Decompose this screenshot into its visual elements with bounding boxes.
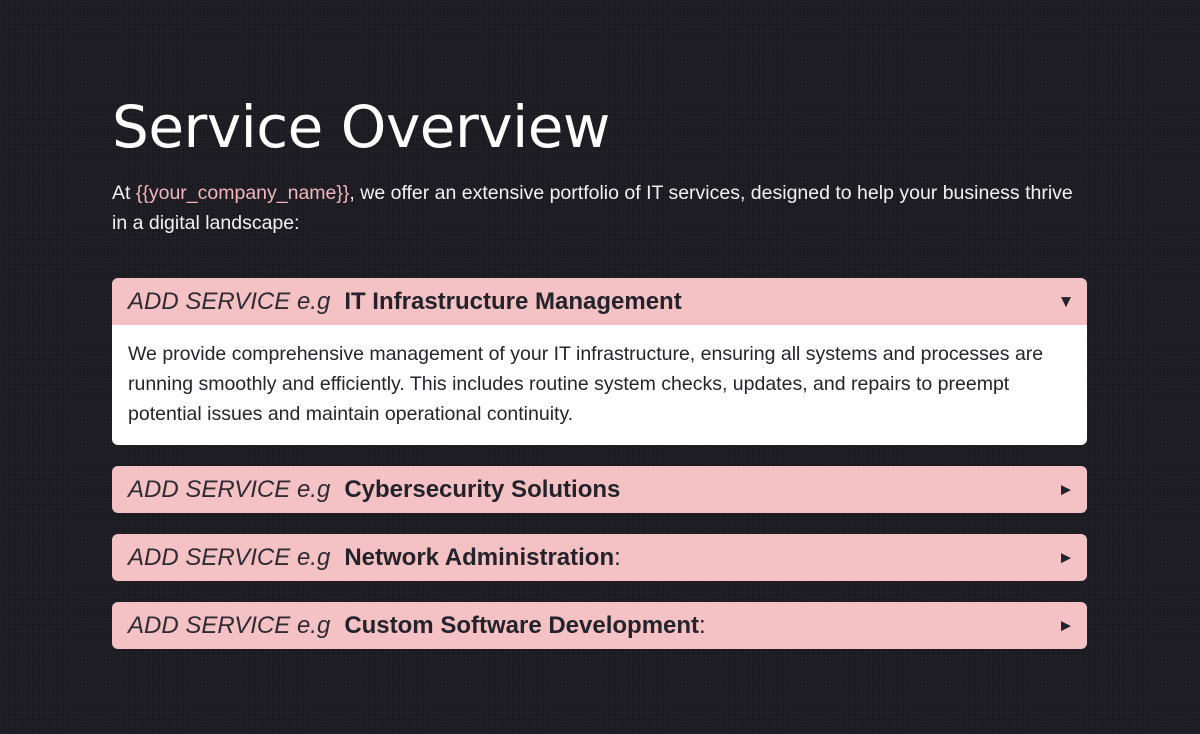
service-name: Custom Software Development	[344, 611, 700, 639]
accordion-header-custom-software[interactable]: ADD SERVICE e.g Custom Software Developme…	[112, 602, 1087, 649]
service-name: IT Infrastructure Management	[344, 287, 682, 315]
service-name: Cybersecurity Solutions	[344, 475, 621, 503]
service-name-suffix: :	[699, 611, 706, 639]
service-name-suffix: :	[614, 543, 621, 571]
services-accordion: ADD SERVICE e.g IT Infrastructure Managem…	[112, 278, 1087, 649]
accordion-item-network-administration: ADD SERVICE e.g Network Administration: ▶	[112, 534, 1087, 581]
company-name-placeholder: {{your_company_name}}	[135, 182, 350, 204]
add-service-label: ADD SERVICE e.g	[128, 475, 331, 503]
service-name: Network Administration	[344, 543, 615, 571]
accordion-item-custom-software: ADD SERVICE e.g Custom Software Developme…	[112, 602, 1087, 649]
intro-prefix: At	[112, 182, 136, 204]
caret-right-icon[interactable]: ▶	[1061, 482, 1071, 497]
accordion-item-it-infrastructure: ADD SERVICE e.g IT Infrastructure Managem…	[112, 278, 1087, 445]
accordion-item-cybersecurity: ADD SERVICE e.g Cybersecurity Solutions ▶	[112, 466, 1087, 513]
page-title: Service Overview	[112, 93, 610, 161]
accordion-header-it-infrastructure[interactable]: ADD SERVICE e.g IT Infrastructure Managem…	[112, 278, 1087, 325]
add-service-label: ADD SERVICE e.g	[128, 543, 331, 571]
add-service-label: ADD SERVICE e.g	[128, 611, 331, 639]
add-service-label: ADD SERVICE e.g	[128, 287, 331, 315]
service-overview-section: Service Overview At {{your_company_name}…	[112, 92, 1087, 670]
caret-right-icon[interactable]: ▶	[1061, 550, 1071, 565]
caret-down-icon[interactable]: ▼	[1061, 294, 1071, 309]
caret-right-icon[interactable]: ▶	[1061, 618, 1071, 633]
accordion-body-it-infrastructure: We provide comprehensive management of y…	[112, 325, 1087, 445]
accordion-header-cybersecurity[interactable]: ADD SERVICE e.g Cybersecurity Solutions ▶	[112, 466, 1087, 513]
intro-paragraph: At {{your_company_name}}, we offer an ex…	[112, 178, 1087, 238]
accordion-header-network-administration[interactable]: ADD SERVICE e.g Network Administration: ▶	[112, 534, 1087, 581]
